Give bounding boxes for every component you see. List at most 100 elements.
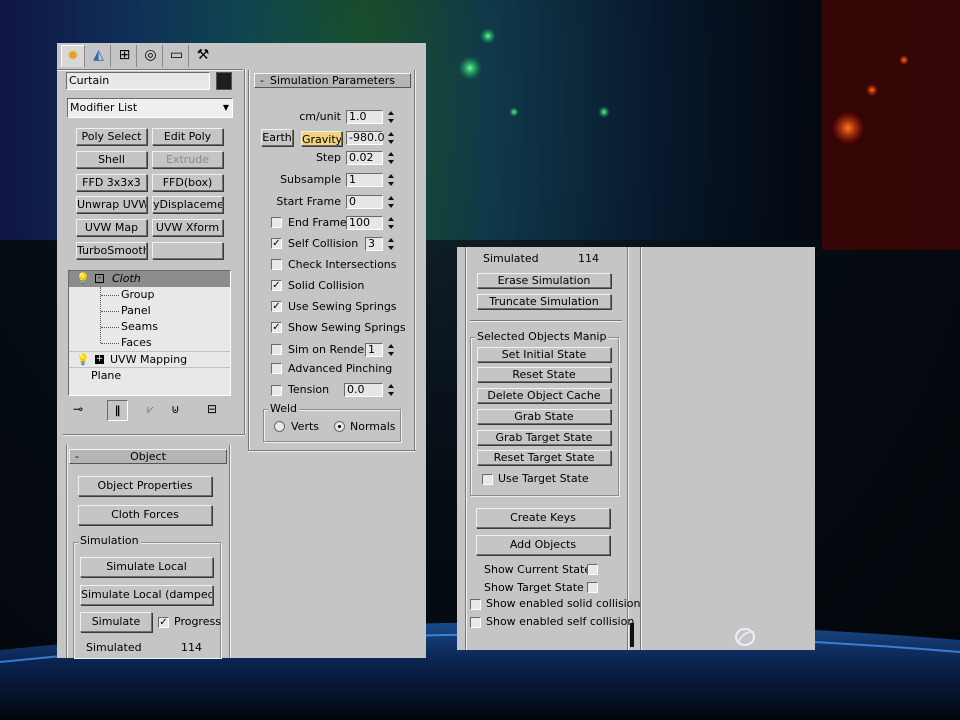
self-collision-field[interactable]: 3 bbox=[365, 237, 383, 251]
make-unique-icon[interactable]: ⩗ bbox=[147, 402, 154, 417]
use-target-state-checkbox[interactable] bbox=[482, 474, 493, 485]
check-intersections-checkbox[interactable] bbox=[271, 259, 282, 270]
simulate-button[interactable]: Simulate bbox=[80, 612, 152, 632]
watermark-logo bbox=[734, 624, 816, 650]
pin-stack-icon[interactable]: ⊸ bbox=[73, 402, 83, 416]
hierarchy-icon: ⊞ bbox=[118, 47, 131, 63]
uvw-map-button[interactable]: UVW Map bbox=[76, 219, 147, 236]
sim-params-left-edge bbox=[248, 70, 250, 452]
step-spinner[interactable] bbox=[387, 151, 396, 165]
subsample-field[interactable]: 1 bbox=[346, 173, 383, 187]
start-frame-field[interactable]: 0 bbox=[346, 195, 383, 209]
simulate-local-button[interactable]: Simulate Local bbox=[80, 557, 213, 577]
sim-params-bottom-edge bbox=[248, 450, 416, 452]
show-enabled-solid-collision-label: Show enabled solid collision bbox=[486, 597, 641, 610]
step-field[interactable]: 0.02 bbox=[346, 151, 383, 165]
stack-item-cloth[interactable]: 💡 - Cloth bbox=[69, 271, 230, 287]
right-panel-scrollbar[interactable] bbox=[629, 247, 637, 650]
motion-tab[interactable]: ◎ bbox=[139, 45, 163, 67]
end-frame-spinner[interactable] bbox=[387, 216, 396, 230]
selected-objects-manip-label: Selected Objects Manip bbox=[475, 330, 609, 343]
object-rollout-header[interactable]: - Object bbox=[69, 449, 227, 464]
object-properties-button[interactable]: Object Properties bbox=[78, 476, 212, 496]
grab-state-button[interactable]: Grab State bbox=[477, 409, 611, 424]
show-enabled-self-collision-checkbox[interactable] bbox=[470, 617, 481, 628]
object-name-field[interactable]: Curtain bbox=[66, 72, 210, 90]
show-current-state-checkbox[interactable] bbox=[587, 564, 598, 575]
uvw-xform-button[interactable]: UVW Xform bbox=[152, 219, 223, 236]
tension-field[interactable]: 0.0 bbox=[344, 383, 383, 397]
show-sewing-springs-checkbox[interactable]: ✓ bbox=[271, 322, 282, 333]
self-collision-checkbox[interactable]: ✓ bbox=[271, 238, 282, 249]
verts-radio[interactable] bbox=[274, 421, 285, 432]
extrude-button[interactable]: Extrude bbox=[152, 151, 223, 168]
tension-label: Tension bbox=[288, 383, 330, 396]
end-frame-checkbox[interactable] bbox=[271, 217, 282, 228]
stack-item-uvw-mapping[interactable]: 💡 + UVW Mapping bbox=[69, 351, 230, 367]
earth-button[interactable]: Earth bbox=[261, 129, 293, 146]
grab-target-state-button[interactable]: Grab Target State bbox=[477, 430, 611, 445]
create-tab[interactable]: ✹ bbox=[61, 45, 85, 67]
show-end-result-icon[interactable]: ∥ bbox=[107, 400, 128, 421]
display-tab[interactable]: ▭ bbox=[165, 45, 189, 67]
sim-on-render-spinner[interactable] bbox=[387, 343, 396, 357]
cm-unit-spinner[interactable] bbox=[387, 110, 396, 124]
advanced-pinching-checkbox[interactable] bbox=[271, 363, 282, 374]
sim-on-render-field[interactable]: 1 bbox=[365, 343, 383, 357]
create-keys-button[interactable]: Create Keys bbox=[476, 508, 610, 528]
end-frame-field[interactable]: 100 bbox=[346, 216, 383, 230]
ffd-3x3x3-button[interactable]: FFD 3x3x3 bbox=[76, 174, 147, 191]
object-color-swatch[interactable] bbox=[216, 72, 232, 90]
erase-simulation-button[interactable]: Erase Simulation bbox=[477, 273, 611, 288]
tension-spinner[interactable] bbox=[387, 383, 396, 397]
self-collision-spinner[interactable] bbox=[387, 237, 396, 251]
tension-checkbox[interactable] bbox=[271, 385, 282, 396]
stack-sub-seams[interactable]: Seams bbox=[69, 319, 230, 335]
displacement-button[interactable]: yDisplacementI bbox=[152, 196, 223, 213]
chevron-down-icon: ▼ bbox=[222, 103, 229, 112]
stack-sub-panel[interactable]: Panel bbox=[69, 303, 230, 319]
unwrap-uvw-button[interactable]: Unwrap UVW bbox=[76, 196, 147, 213]
sub-group-label: Group bbox=[121, 288, 155, 301]
stack-sub-faces[interactable]: Faces bbox=[69, 335, 230, 351]
stack-item-plane[interactable]: Plane bbox=[69, 367, 230, 383]
simulate-local-damped-button[interactable]: Simulate Local (damped) bbox=[80, 585, 213, 605]
stack-sub-group[interactable]: Group bbox=[69, 287, 230, 303]
gravity-field[interactable]: -980.0 bbox=[346, 131, 384, 145]
shell-button[interactable]: Shell bbox=[76, 151, 147, 168]
show-enabled-solid-collision-checkbox[interactable] bbox=[470, 599, 481, 610]
set-initial-state-button[interactable]: Set Initial State bbox=[477, 347, 611, 362]
delete-object-cache-button[interactable]: Delete Object Cache bbox=[477, 388, 611, 403]
configure-modifier-sets-icon[interactable]: ⊟ bbox=[207, 402, 217, 416]
truncate-simulation-button[interactable]: Truncate Simulation bbox=[477, 294, 611, 309]
utilities-tab[interactable]: ⚒ bbox=[191, 45, 215, 67]
cloth-forces-button[interactable]: Cloth Forces bbox=[78, 505, 212, 525]
simulation-parameters-header[interactable]: - Simulation Parameters bbox=[254, 73, 411, 88]
gravity-spinner[interactable] bbox=[387, 131, 396, 145]
sim-on-render-checkbox[interactable] bbox=[271, 344, 282, 355]
start-frame-spinner[interactable] bbox=[387, 195, 396, 209]
remove-modifier-icon[interactable]: ⊍ bbox=[171, 402, 180, 416]
hierarchy-tab[interactable]: ⊞ bbox=[113, 45, 137, 67]
subsample-spinner[interactable] bbox=[387, 173, 396, 187]
turbosmooth-button[interactable]: TurboSmooth bbox=[76, 242, 147, 259]
solid-collision-checkbox[interactable]: ✓ bbox=[271, 280, 282, 291]
progress-checkbox[interactable]: ✓ bbox=[158, 617, 169, 628]
use-sewing-springs-checkbox[interactable]: ✓ bbox=[271, 301, 282, 312]
add-objects-button[interactable]: Add Objects bbox=[476, 535, 610, 555]
normals-radio[interactable] bbox=[334, 421, 345, 432]
empty-modifier-button[interactable] bbox=[152, 242, 223, 259]
modify-tab[interactable]: ◭ bbox=[87, 45, 111, 67]
edit-poly-button[interactable]: Edit Poly bbox=[152, 128, 223, 145]
cm-unit-field[interactable]: 1.0 bbox=[346, 110, 383, 124]
reset-target-state-button[interactable]: Reset Target State bbox=[477, 450, 611, 465]
ffd-box-button[interactable]: FFD(box) bbox=[152, 174, 223, 191]
reset-state-button[interactable]: Reset State bbox=[477, 367, 611, 382]
hammer-utilities-icon: ⚒ bbox=[196, 47, 210, 63]
show-target-state-checkbox[interactable] bbox=[587, 582, 598, 593]
gravity-button[interactable]: Gravity bbox=[301, 131, 342, 146]
modifier-list-label: Modifier List bbox=[70, 101, 138, 114]
show-sewing-springs-label: Show Sewing Springs bbox=[288, 321, 406, 334]
poly-select-button[interactable]: Poly Select bbox=[76, 128, 147, 145]
modifier-list-dropdown[interactable]: Modifier List ▼ bbox=[67, 98, 233, 118]
